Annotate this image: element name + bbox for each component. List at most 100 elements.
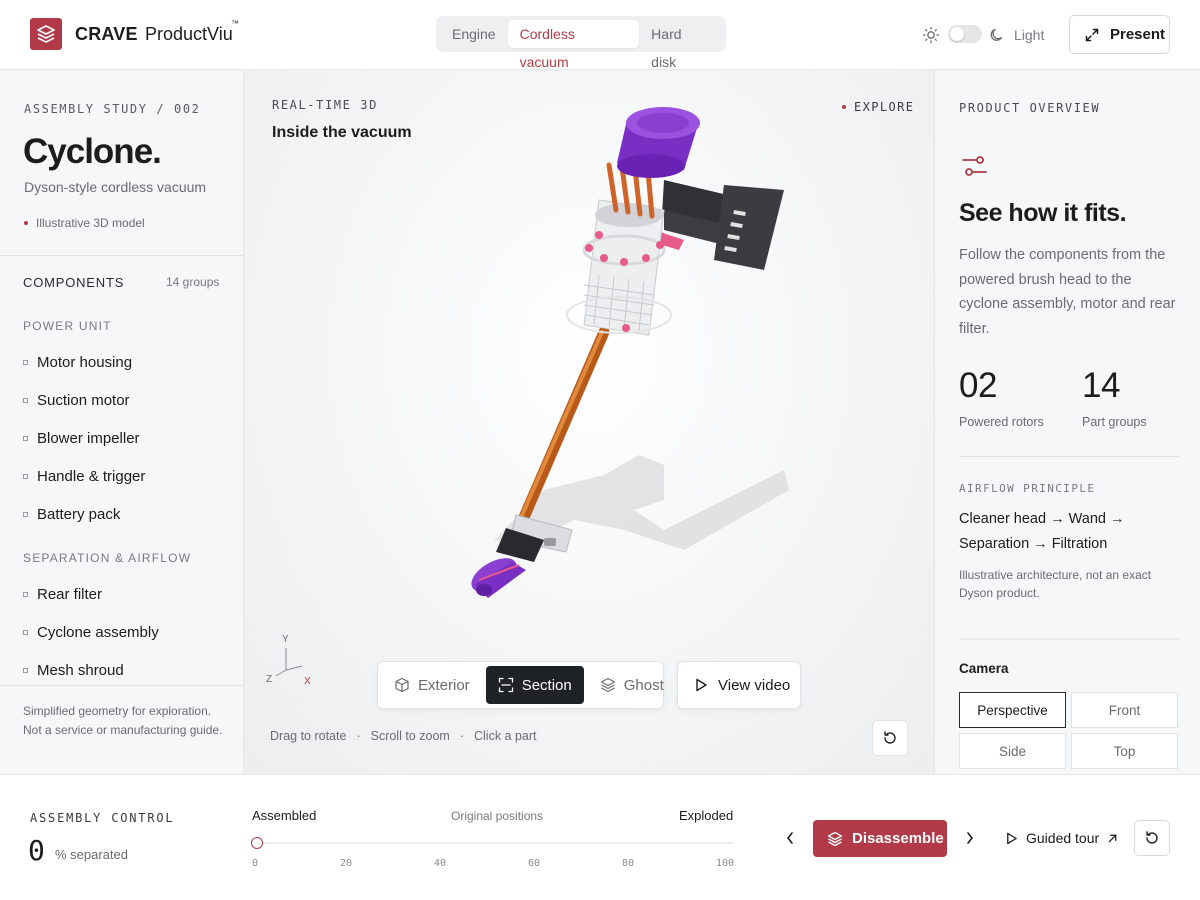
handle-part[interactable] [652,180,784,270]
axis-label-y: Y [282,634,289,645]
chevron-right-icon [967,832,973,844]
product-name: ProductViu [145,24,233,44]
components-sidebar: ASSEMBLY STUDY / 002 Cyclone. Dyson-styl… [0,70,244,774]
separation-slider-thumb[interactable] [251,837,263,849]
reset-icon [884,731,896,744]
chevron-left-icon [787,832,793,844]
stat-powered-rotors-label: Powered rotors [959,415,1044,429]
brand-logo-icon[interactable] [30,18,62,50]
guided-tour-label: Guided tour [1026,830,1100,846]
cleaner-head-part[interactable] [466,514,573,599]
cyclone-body-part[interactable] [566,162,672,336]
view-mode-switcher: Exterior Section Ghost [377,661,664,709]
arrow-up-right-icon [1108,834,1117,842]
axis-label-z: Z [266,674,273,685]
slider-tick: 100 [715,858,735,869]
overview-divider [959,456,1179,457]
tab-engine[interactable]: Engine [440,20,508,48]
previous-step-button[interactable] [780,828,800,848]
sidebar-divider [0,255,243,256]
slider-label-exploded: Exploded [679,808,734,823]
separation-unit: % separated [55,847,128,862]
sidebar-footer-divider [0,685,243,686]
component-handle-trigger[interactable]: Handle & trigger [23,468,145,485]
product-subtitle: Dyson-style cordless vacuum [24,179,207,195]
bullet-icon [23,360,28,365]
component-label: Motor housing [37,354,133,371]
camera-front-button[interactable]: Front [1071,692,1178,728]
bullet-icon [23,436,28,441]
group-heading-power-unit: POWER UNIT [23,319,112,333]
slider-tick: 40 [433,858,447,869]
component-motor-housing[interactable]: Motor housing [23,354,132,371]
camera-top-button[interactable]: Top [1071,733,1178,769]
stat-powered-rotors-value: 02 [959,366,997,405]
mode-section-button[interactable]: Section [485,666,584,704]
sliders-icon [962,156,987,176]
assembly-control-bar: ASSEMBLY CONTROL 0 % separated Assembled… [0,774,1200,900]
sun-icon [922,26,940,44]
bullet-icon [23,630,28,635]
stat-part-groups-value: 14 [1082,366,1120,405]
model-note-text: Illustrative 3D model [36,216,145,230]
component-label: Cyclone assembly [37,624,159,641]
product-switcher: Engine Cordless vacuum Hard disk [436,16,726,70]
separation-slider-track[interactable] [257,842,734,844]
separation-value: 0 [28,834,45,867]
disassemble-button[interactable]: Disassemble [813,820,947,857]
model-note: Illustrative 3D model [24,216,145,230]
component-label: Blower impeller [37,430,140,447]
theme-label: Light [1014,27,1045,43]
moon-icon [990,28,1003,41]
brand-name: CRAVE [75,24,138,44]
bullet-icon [23,512,28,517]
guided-tour-link[interactable]: Guided tour [1005,830,1118,846]
slider-tick: 60 [527,858,541,869]
slider-label-assembled: Assembled [252,808,317,823]
tab-cordless-vacuum[interactable]: Cordless vacuum [507,20,640,70]
view-video-button[interactable]: View video [677,661,801,709]
hint-separator: · [459,729,464,743]
stat-part-groups-label: Part groups [1082,415,1147,429]
component-mesh-shroud[interactable]: Mesh shroud [23,662,124,679]
component-suction-motor[interactable]: Suction motor [23,392,130,409]
layers-icon [827,831,843,846]
mode-ghost-button[interactable]: Ghost [588,666,676,704]
tab-hard-disk[interactable]: Hard disk [639,20,722,70]
hint-click: Click a part [473,729,537,743]
component-label: Suction motor [37,392,130,409]
interaction-hints: Drag to rotate · Scroll to zoom · Click … [270,729,537,743]
app-header: CRAVE ProductViu ™ Engine Cordless vacuu… [0,0,1200,70]
play-icon [696,678,707,692]
mode-exterior-button[interactable]: Exterior [382,666,482,704]
component-label: Mesh shroud [37,662,124,679]
assembly-eyebrow: ASSEMBLY CONTROL [30,811,175,825]
next-step-button[interactable] [960,828,980,848]
camera-perspective-button[interactable]: Perspective [959,692,1066,728]
component-cyclone-assembly[interactable]: Cyclone assembly [23,624,159,641]
cube-icon [395,677,409,693]
component-blower-impeller[interactable]: Blower impeller [23,430,140,447]
theme-toggle[interactable] [948,25,982,43]
reset-assembly-button[interactable] [1134,820,1170,856]
view-video-label: View video [718,676,791,694]
3d-viewport[interactable]: REAL-TIME 3D Inside the vacuum EXPLORE Y… [244,70,934,774]
mode-ghost-label: Ghost [623,676,664,694]
status-dot-icon [24,221,28,225]
sidebar-disclaimer: Simplified geometry for exploration. Not… [23,704,223,737]
component-rear-filter[interactable]: Rear filter [23,586,102,603]
components-count: 14 groups [166,275,220,289]
bullet-icon [23,668,28,673]
camera-side-button[interactable]: Side [959,733,1066,769]
group-heading-separation: SEPARATION & AIRFLOW [23,551,192,565]
axis-label-x: X [304,676,311,687]
reset-view-button[interactable] [872,720,908,756]
layers-icon [600,677,615,693]
overview-eyebrow: PRODUCT OVERVIEW [959,101,1101,115]
component-battery-pack[interactable]: Battery pack [23,506,120,523]
camera-divider [959,638,1179,640]
component-label: Handle & trigger [37,468,146,485]
slider-tick: 0 [251,858,259,869]
motor-cap-part[interactable] [617,107,700,178]
present-button[interactable]: Present [1069,15,1170,54]
